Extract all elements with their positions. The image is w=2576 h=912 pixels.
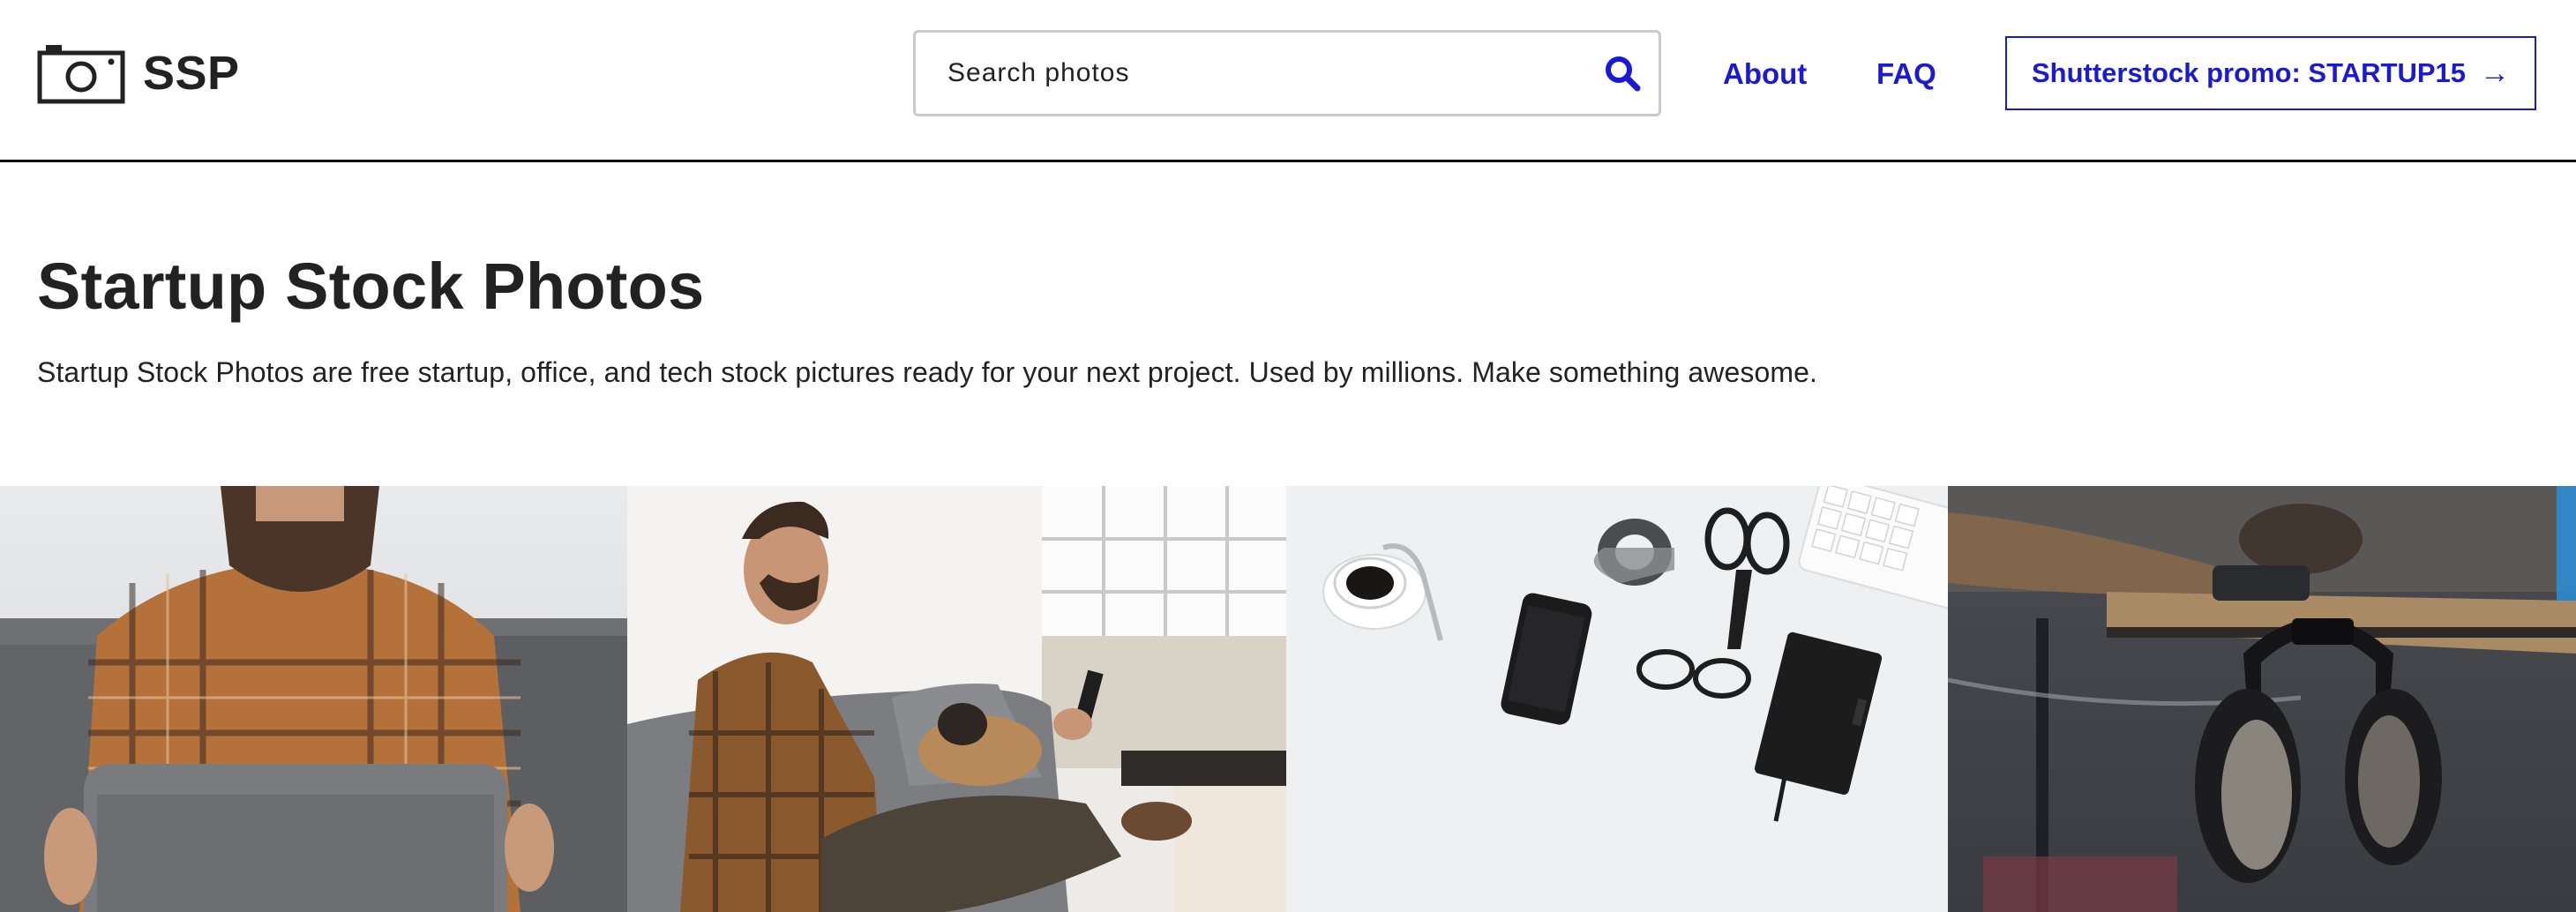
search-box: [913, 30, 1661, 116]
photo-man-laptop[interactable]: [0, 486, 627, 912]
photo-desk-flatlay-image: [1286, 486, 1948, 912]
site-header: SSP About FAQ Shutterstock promo: STARTU…: [0, 0, 2576, 162]
search-button[interactable]: [1586, 33, 1659, 114]
promo-label: Shutterstock promo: STARTUP15: [2031, 57, 2467, 88]
search-icon: [1606, 56, 1641, 92]
page-description: Startup Stock Photos are free startup, o…: [37, 356, 1818, 388]
photo-man-dog-sofa[interactable]: [627, 486, 1286, 912]
page-title: Startup Stock Photos: [37, 250, 705, 323]
nav-faq-link[interactable]: FAQ: [1876, 55, 1936, 93]
shutterstock-promo-button[interactable]: Shutterstock promo: STARTUP15 →: [2005, 36, 2536, 110]
photo-grid: [0, 486, 2576, 912]
nav-about-link[interactable]: About: [1723, 55, 1807, 93]
arrow-right-icon: →: [2480, 56, 2511, 90]
search-input[interactable]: [916, 33, 1586, 114]
photo-headphones-desk[interactable]: [1948, 486, 2576, 912]
photo-headphones-desk-image: [1948, 486, 2576, 912]
photo-man-dog-sofa-image: [627, 486, 1286, 912]
photo-man-laptop-image: [0, 486, 627, 912]
photo-desk-flatlay[interactable]: [1286, 486, 1948, 912]
brand-name: SSP: [143, 47, 240, 100]
camera-icon: [37, 45, 125, 104]
home-logo-link[interactable]: SSP: [37, 42, 240, 104]
